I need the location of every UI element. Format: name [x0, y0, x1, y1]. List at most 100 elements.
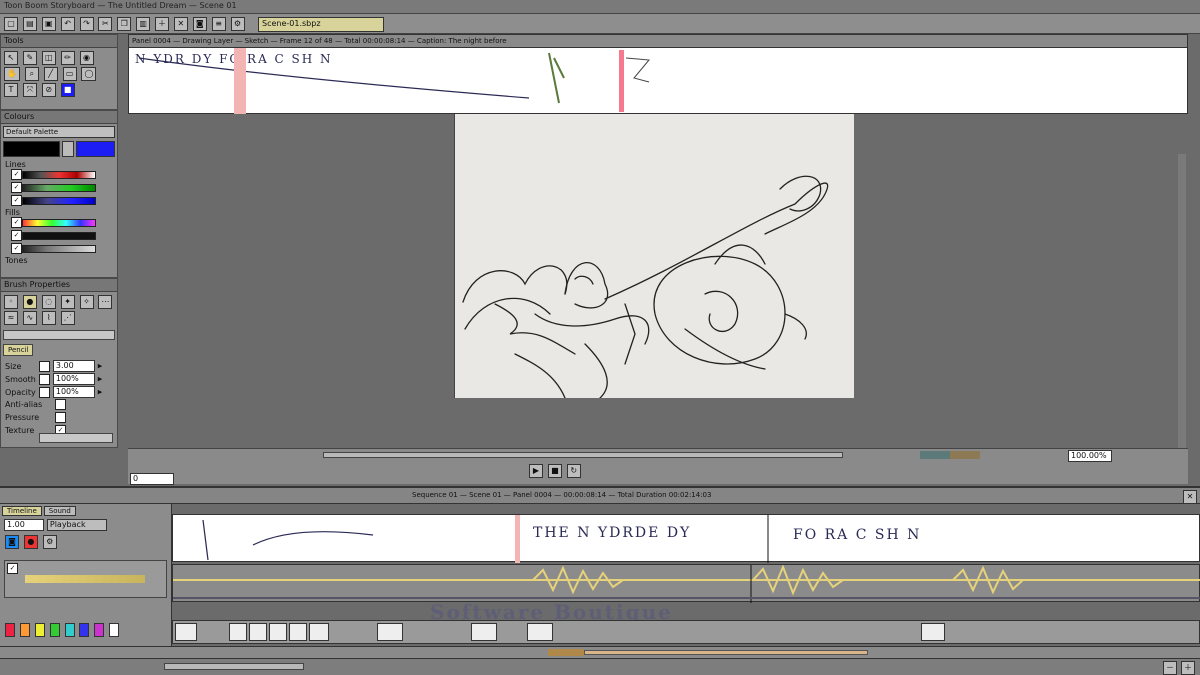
panel-thumbnail[interactable] [229, 623, 247, 641]
fill-color-swatch[interactable] [75, 141, 115, 157]
volume-bar[interactable] [25, 575, 145, 583]
palette-row-3[interactable]: ✓ [1, 195, 117, 208]
panel-thumbnail[interactable] [289, 623, 307, 641]
frame-input[interactable]: 0 [130, 473, 174, 485]
horizontal-scrollbar[interactable] [323, 452, 843, 458]
brush-preset-icon[interactable]: ⋯ [98, 295, 113, 309]
scroll-segment-brown[interactable] [548, 649, 584, 656]
file-tab[interactable]: Scene-01.sbpz [258, 17, 384, 32]
panel-thumbnail[interactable] [175, 623, 197, 641]
panel-thumbnail[interactable] [269, 623, 287, 641]
mute-checkbox[interactable]: ✓ [7, 563, 18, 574]
brush-preset-icon[interactable]: ⋰ [60, 311, 75, 325]
redo-icon[interactable]: ↷ [79, 17, 94, 31]
brush-preset-icon[interactable]: ◌ [41, 295, 56, 309]
audio-waveform-track[interactable] [172, 564, 1200, 603]
visible-checkbox[interactable]: ✓ [11, 182, 22, 193]
panel-thumbnail[interactable] [377, 623, 403, 641]
opacity-input[interactable]: 100% [52, 386, 95, 398]
size-input[interactable]: 3.00 [52, 360, 95, 372]
select-icon[interactable]: ↖ [4, 51, 18, 65]
brush-preset-icon[interactable]: ✧ [79, 295, 94, 309]
dropper-icon[interactable]: ⊘ [41, 83, 56, 97]
rectangle-icon[interactable]: ▭ [62, 67, 77, 81]
camera-icon[interactable]: ◙ [5, 535, 19, 549]
sound-track-header[interactable]: ✓ [4, 560, 167, 598]
open-folder-icon[interactable]: ▤ [22, 17, 37, 31]
settings-icon[interactable]: ⚙ [42, 535, 57, 549]
opacity-arrow-icon[interactable]: ▸ [98, 388, 103, 398]
zoom-out-icon[interactable]: － [1163, 661, 1177, 675]
horizontal-scroll-thumb[interactable] [584, 650, 868, 655]
transform-icon[interactable]: ⤧ [22, 83, 37, 97]
color-tag-icon[interactable] [34, 623, 45, 637]
storyboard-panel-strip[interactable]: Panel 0004 — Drawing Layer — Sketch — Fr… [128, 34, 1188, 114]
timeline-script-track[interactable]: THE N YDRDE DY FO RA C SH N [172, 514, 1200, 563]
brush-preset-icon[interactable]: ◦ [4, 295, 18, 309]
line-color-swatch[interactable] [3, 141, 60, 157]
pencil-tab[interactable]: Pencil [3, 344, 34, 356]
zoom-input[interactable]: 100.00% [1068, 450, 1112, 462]
color-tag-icon[interactable] [109, 623, 120, 637]
camera-icon[interactable]: ◙ [192, 17, 207, 31]
record-icon[interactable]: ● [23, 535, 38, 549]
palette-row-6[interactable]: ✓ [1, 243, 117, 256]
vertical-scrollbar[interactable] [1178, 154, 1186, 454]
texture-preview[interactable] [39, 433, 113, 443]
color-tag-icon[interactable] [79, 623, 90, 637]
fill-icon[interactable]: ◉ [79, 51, 94, 65]
hand-icon[interactable]: ✋ [4, 67, 20, 81]
pencil-icon[interactable]: ✏ [60, 51, 75, 65]
panel-thumbnail[interactable] [527, 623, 553, 641]
antialias-checkbox[interactable] [55, 399, 66, 410]
new-panel-icon[interactable]: ＋ [155, 17, 169, 31]
visible-checkbox[interactable]: ✓ [11, 217, 22, 228]
size-arrow-icon[interactable]: ▸ [98, 362, 103, 372]
opacity-lock-icon[interactable] [39, 386, 50, 398]
delete-panel-icon[interactable]: ✕ [173, 17, 188, 31]
palette-selector[interactable]: Default Palette [3, 126, 115, 138]
panel-thumbnail[interactable] [921, 623, 945, 641]
brush-preset-icon[interactable]: ✦ [60, 295, 75, 309]
tab-timeline[interactable]: Timeline [2, 506, 42, 516]
visible-checkbox[interactable]: ✓ [11, 195, 22, 206]
close-icon[interactable]: ✕ [1183, 490, 1197, 504]
settings-icon[interactable]: ⚙ [230, 17, 245, 31]
palette-row-5[interactable]: ✓ [1, 230, 117, 243]
panel-thumbnail[interactable] [249, 623, 267, 641]
brush-preset-icon[interactable]: ⌇ [41, 311, 56, 325]
zoom-icon[interactable]: ⌕ [24, 67, 39, 81]
mode-select[interactable]: Playback [46, 519, 107, 531]
eraser-icon[interactable]: ◫ [41, 51, 56, 65]
color-tag-icon[interactable] [94, 623, 105, 637]
layer-icon[interactable]: ≡ [211, 17, 226, 31]
panel-thumbnail[interactable] [471, 623, 497, 641]
smooth-input[interactable]: 100% [52, 373, 95, 385]
new-file-icon[interactable]: ▢ [4, 17, 18, 31]
save-icon[interactable]: ▣ [41, 17, 56, 31]
color-tag-icon[interactable] [64, 623, 75, 637]
tab-sound[interactable]: Sound [43, 506, 76, 516]
smooth-arrow-icon[interactable]: ▸ [98, 375, 103, 385]
pressure-checkbox[interactable] [55, 412, 66, 423]
ellipse-icon[interactable]: ◯ [81, 67, 97, 81]
zoom-in-icon[interactable]: ＋ [1181, 661, 1195, 675]
palette-row-2[interactable]: ✓ [1, 182, 117, 195]
brush-preset-icon[interactable]: ● [22, 295, 37, 309]
fps-input[interactable]: 1.00 [4, 519, 44, 531]
undo-icon[interactable]: ↶ [60, 17, 75, 31]
color-swatch-icon[interactable]: ■ [60, 83, 75, 97]
stop-icon[interactable]: ■ [547, 464, 562, 478]
color-tag-icon[interactable] [5, 623, 15, 637]
play-icon[interactable]: ▶ [529, 464, 543, 478]
brush-preset-icon[interactable]: ≈ [4, 311, 18, 325]
size-lock-icon[interactable] [39, 360, 50, 372]
brush-icon[interactable]: ✎ [22, 51, 37, 65]
cut-icon[interactable]: ✂ [98, 17, 113, 31]
panel-thumbnail[interactable] [309, 623, 329, 641]
paste-icon[interactable]: ▥ [136, 17, 151, 31]
palette-row-4[interactable]: ✓ [1, 217, 117, 230]
color-tag-icon[interactable] [49, 623, 60, 637]
visible-checkbox[interactable]: ✓ [11, 169, 22, 180]
smooth-lock-icon[interactable] [39, 373, 50, 385]
